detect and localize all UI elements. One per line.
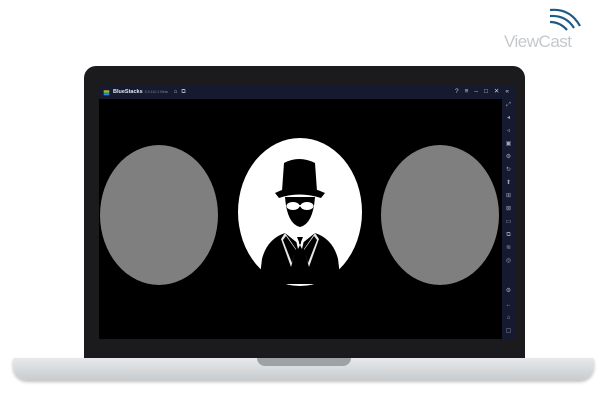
home-icon[interactable]: ⌂ bbox=[174, 89, 178, 95]
minimize-icon[interactable]: – bbox=[474, 88, 478, 96]
home-nav-icon[interactable]: ⌂ bbox=[504, 314, 513, 323]
layers-icon[interactable]: ≋ bbox=[504, 244, 513, 253]
help-icon[interactable]: ? bbox=[455, 88, 459, 96]
apk-install-icon[interactable]: ⬆ bbox=[504, 179, 513, 188]
window-controls: ? ≡ – □ ✕ « bbox=[455, 85, 509, 99]
copy-icon[interactable]: ⧉ bbox=[504, 231, 513, 240]
watermark-text: ViewCast bbox=[504, 32, 572, 51]
volume-down-icon[interactable]: ◃ bbox=[504, 127, 513, 136]
multi-instance-icon[interactable]: ⧉ bbox=[181, 89, 185, 95]
window-titlebar: BlueStacks 5.9.110.1 Beta ⌂ ⧉ ? ≡ – □ ✕ … bbox=[99, 85, 515, 99]
laptop-screen: BlueStacks 5.9.110.1 Beta ⌂ ⧉ ? ≡ – □ ✕ … bbox=[99, 85, 515, 339]
broadcast-waves-icon bbox=[549, 8, 581, 31]
eco-icon[interactable]: ◎ bbox=[504, 257, 513, 266]
maximize-icon[interactable]: □ bbox=[484, 88, 488, 96]
window-version: 5.9.110.1 Beta bbox=[144, 90, 168, 94]
settings-icon[interactable]: ⚙ bbox=[504, 287, 513, 296]
media-icon[interactable]: ▣ bbox=[504, 140, 513, 149]
right-avatar-disc[interactable] bbox=[381, 145, 499, 285]
window-title: BlueStacks bbox=[113, 89, 143, 95]
app-content bbox=[99, 99, 502, 339]
bluestacks-logo-icon bbox=[103, 89, 110, 95]
recent-apps-icon[interactable]: ▢ bbox=[504, 327, 513, 336]
rotate-icon[interactable]: ↻ bbox=[504, 166, 513, 175]
settings-small-icon[interactable]: ⚙ bbox=[504, 153, 513, 162]
menu-icon[interactable]: ≡ bbox=[465, 88, 469, 96]
volume-up-icon[interactable]: ◂ bbox=[504, 114, 513, 123]
right-toolbar: ⤢ ◂ ◃ ▣ ⚙ ↻ ⬆ ⊞ ⊠ ▭ ⧉ ≋ ◎ ⚙ ← ⌂ ▢ bbox=[502, 99, 515, 339]
folder-icon[interactable]: ▭ bbox=[504, 218, 513, 227]
left-avatar-disc[interactable] bbox=[100, 145, 218, 285]
close-icon[interactable]: ✕ bbox=[494, 88, 499, 96]
laptop-notch bbox=[257, 358, 351, 366]
spy-avatar-carousel bbox=[100, 138, 499, 286]
collapse-sidebar-icon[interactable]: « bbox=[505, 88, 509, 96]
viewcast-watermark: ViewCast bbox=[500, 6, 596, 52]
fullscreen-icon[interactable]: ⤢ bbox=[504, 101, 513, 110]
screenshot-icon[interactable]: ⊞ bbox=[504, 192, 513, 201]
shake-icon[interactable]: ⊠ bbox=[504, 205, 513, 214]
back-icon[interactable]: ← bbox=[504, 301, 513, 310]
